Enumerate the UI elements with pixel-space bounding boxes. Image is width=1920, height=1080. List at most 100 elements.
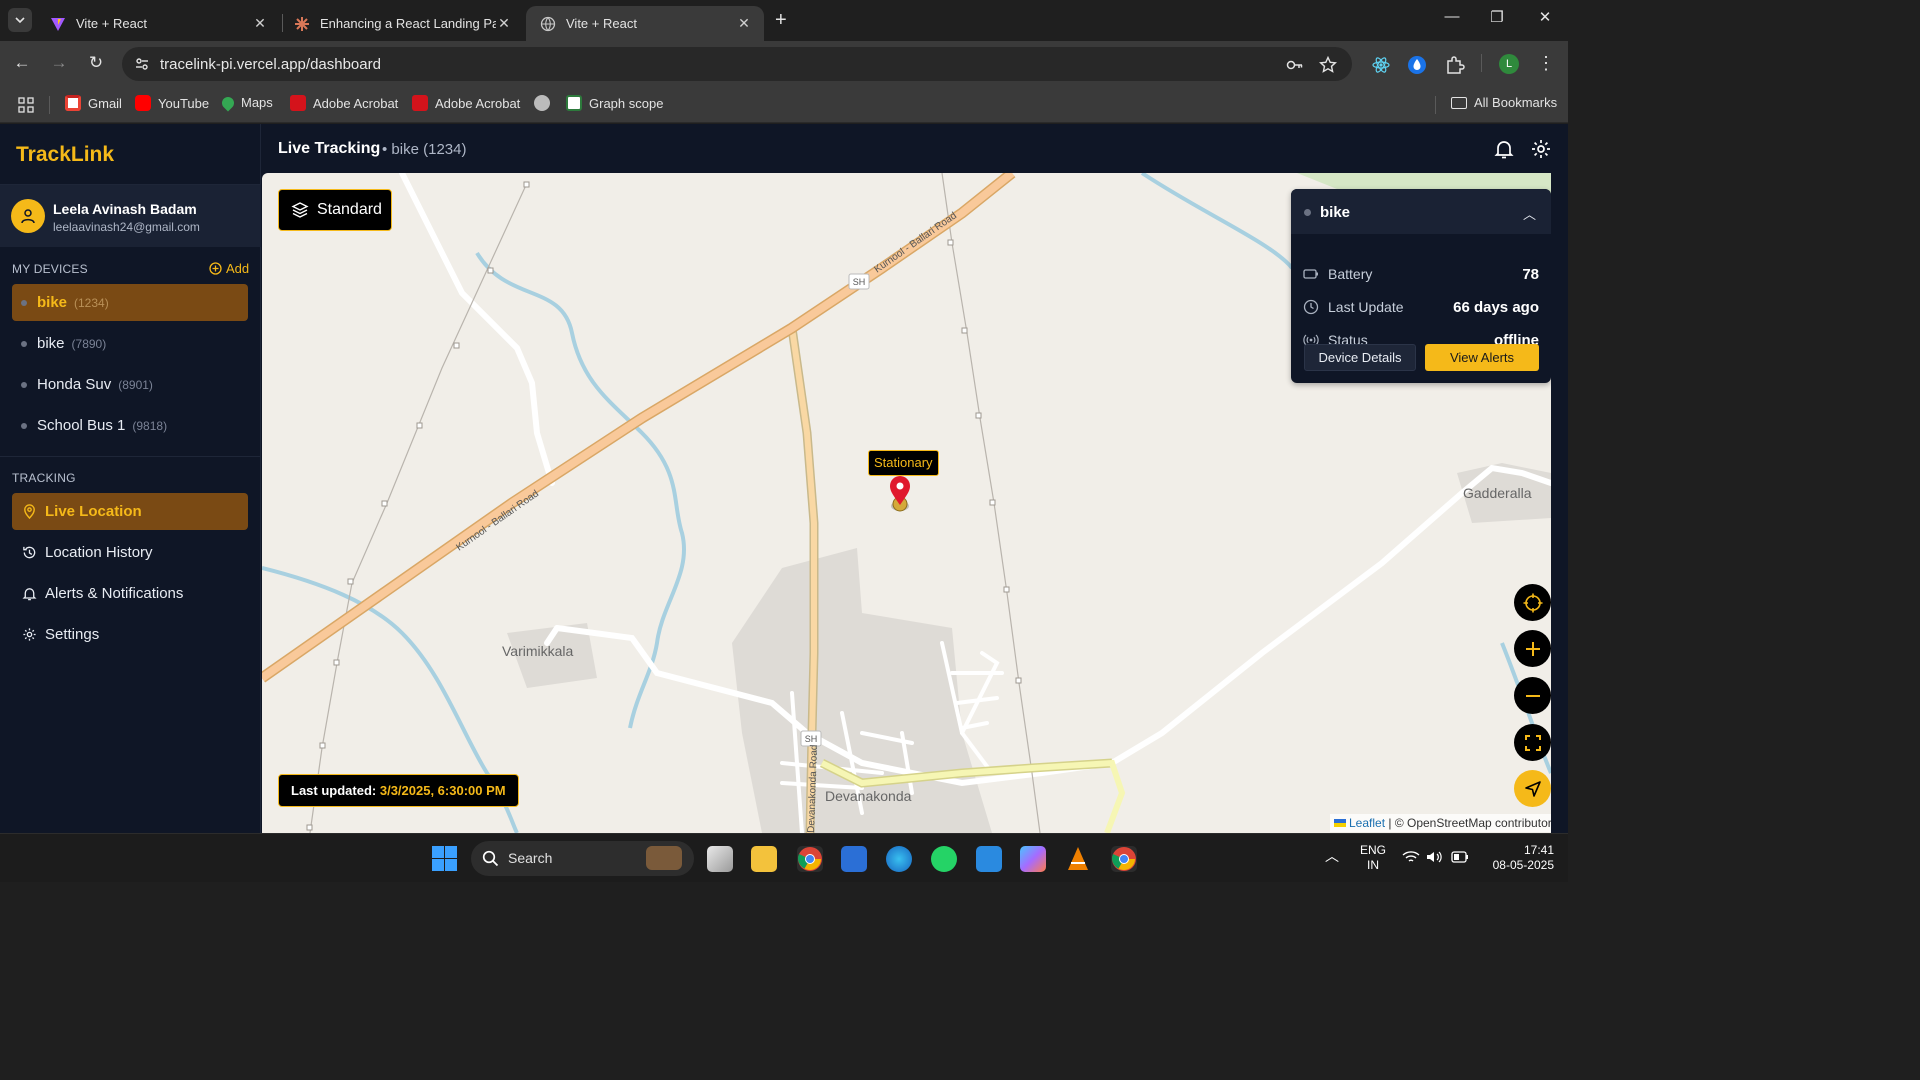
minimize-button[interactable]: — <box>1437 8 1467 32</box>
extension-drop-icon[interactable] <box>1407 55 1427 75</box>
device-item-bike-7890[interactable]: bike (7890) <box>12 325 248 362</box>
file-explorer-icon[interactable] <box>751 846 777 872</box>
microsoft-store-icon[interactable] <box>841 846 867 872</box>
last-update-row: Last Update 66 days ago <box>1303 297 1539 317</box>
crosshair-icon <box>1523 593 1542 612</box>
gear-icon[interactable] <box>1530 138 1552 160</box>
browser-tabstrip: Vite + React ✕ Enhancing a React Landing… <box>0 0 1568 41</box>
view-alerts-button[interactable]: View Alerts <box>1425 344 1539 371</box>
avatar[interactable] <box>11 199 45 233</box>
search-highlight-image <box>646 846 682 870</box>
all-bookmarks[interactable]: All Bookmarks <box>1451 95 1557 110</box>
chrome-icon[interactable] <box>797 846 823 872</box>
tab-title: Enhancing a React Landing Pag <box>320 16 496 31</box>
device-item-school-bus-1[interactable]: School Bus 1 (9818) <box>12 407 248 444</box>
browser-tab-2[interactable]: Enhancing a React Landing Pag ✕ <box>280 6 524 41</box>
nav-settings[interactable]: Settings <box>12 616 248 653</box>
layer-label: Standard <box>317 201 382 218</box>
device-details-button[interactable]: Device Details <box>1304 344 1416 371</box>
nav-alerts-notifications[interactable]: Alerts & Notifications <box>12 575 248 612</box>
device-name: bike <box>37 294 68 311</box>
bookmark-gmail[interactable]: Gmail <box>65 95 122 111</box>
menu-kebab-icon[interactable]: ⋮ <box>1534 53 1558 77</box>
apps-grid-icon[interactable] <box>18 97 34 113</box>
taskbar-search[interactable]: Search <box>471 841 694 876</box>
tab-search-button[interactable] <box>8 8 32 32</box>
map-layer-toggle[interactable]: Standard <box>278 189 392 231</box>
map-view[interactable]: SH SH Kurnool - Ballari Road Kurnool - B… <box>262 173 1551 833</box>
status-dot <box>21 381 27 388</box>
restore-button[interactable]: ❐ <box>1482 8 1512 32</box>
acrobat-icon <box>412 95 428 111</box>
nav-live-location[interactable]: Live Location <box>12 493 248 530</box>
battery-icon[interactable] <box>1451 851 1469 863</box>
bookmark-maps[interactable]: Maps <box>219 94 273 111</box>
add-device-button[interactable]: Add <box>209 261 249 276</box>
clock[interactable]: 17:41 08-05-2025 <box>1480 843 1554 873</box>
zoom-in-button[interactable] <box>1514 630 1551 667</box>
bookmark-star-icon[interactable] <box>1319 56 1337 74</box>
nav-location-history[interactable]: Location History <box>12 534 248 571</box>
tab-title: Vite + React <box>566 16 637 31</box>
language-indicator[interactable]: ENG IN <box>1356 843 1390 873</box>
close-window-button[interactable]: ✕ <box>1530 8 1560 32</box>
bell-icon[interactable] <box>1493 138 1515 160</box>
brand-logo[interactable]: TrackLink <box>16 143 114 167</box>
bookmark-youtube[interactable]: YouTube <box>135 95 209 111</box>
device-item-honda-suv[interactable]: Honda Suv (8901) <box>12 366 248 403</box>
back-button[interactable]: ← <box>10 53 34 77</box>
react-devtools-icon[interactable] <box>1371 55 1391 75</box>
reload-button[interactable]: ↻ <box>84 53 108 77</box>
close-icon[interactable]: ✕ <box>736 15 752 32</box>
row-label: Last Update <box>1328 299 1404 315</box>
layers-icon <box>291 202 309 218</box>
browser-tab-1[interactable]: Vite + React ✕ <box>36 6 280 41</box>
bookmark-graph-scope[interactable]: Graph scope <box>566 95 663 111</box>
new-tab-button[interactable]: + <box>775 9 787 32</box>
forward-button[interactable]: → <box>47 53 71 77</box>
device-item-bike-1234[interactable]: bike (1234) <box>12 284 248 321</box>
search-label: Search <box>508 850 553 866</box>
windows-start-icon[interactable] <box>432 846 457 871</box>
chrome-profile-icon[interactable] <box>1111 846 1137 872</box>
add-label: Add <box>226 261 250 276</box>
bell-icon <box>21 588 37 601</box>
fullscreen-button[interactable] <box>1514 724 1551 761</box>
site-settings-icon <box>136 58 148 70</box>
whatsapp-icon[interactable] <box>931 846 957 872</box>
globe-icon <box>534 95 550 111</box>
gear-icon <box>22 628 36 641</box>
nav-label: Settings <box>45 626 100 643</box>
row-label: Battery <box>1328 266 1373 282</box>
device-info-card: bike ︿ Battery 78 Last Update 66 days ag… <box>1291 189 1551 383</box>
vscode-icon[interactable] <box>976 846 1002 872</box>
task-view-icon[interactable] <box>707 846 733 872</box>
last-updated-value: 3/3/2025, 6:30:00 PM <box>379 783 506 798</box>
close-icon[interactable]: ✕ <box>496 15 512 32</box>
maps-pin-icon <box>219 94 237 111</box>
copilot-icon[interactable] <box>1020 846 1046 872</box>
password-key-icon[interactable] <box>1286 56 1304 74</box>
zoom-out-button[interactable] <box>1514 677 1551 714</box>
bookmark-adobe-acrobat-1[interactable]: Adobe Acrobat <box>290 95 398 111</box>
locate-device-button[interactable] <box>1514 584 1551 621</box>
bookmark-adobe-acrobat-2[interactable]: Adobe Acrobat <box>412 95 520 111</box>
chevron-up-icon[interactable]: ︿ <box>1523 204 1536 223</box>
address-bar[interactable]: tracelink-pi.vercel.app/dashboard <box>122 47 1352 81</box>
edge-icon[interactable] <box>886 846 912 872</box>
history-icon <box>22 546 35 559</box>
browser-tab-3-active[interactable]: Vite + React ✕ <box>526 6 764 41</box>
profile-avatar[interactable]: L <box>1499 54 1519 74</box>
navigate-button[interactable] <box>1514 770 1551 807</box>
chevron-up-icon[interactable]: ︿ <box>1325 849 1339 864</box>
bookmark-globe[interactable] <box>534 95 557 111</box>
wifi-icon[interactable] <box>1402 850 1420 864</box>
leaflet-link[interactable]: Leaflet <box>1349 816 1385 830</box>
extensions-puzzle-icon[interactable] <box>1445 55 1465 75</box>
page-subtitle: • bike (1234) <box>382 141 467 158</box>
device-card-header[interactable]: bike ︿ <box>1291 189 1551 234</box>
close-icon[interactable]: ✕ <box>252 15 268 32</box>
last-updated-label: Last updated: <box>291 783 377 798</box>
volume-icon[interactable] <box>1426 850 1442 864</box>
vlc-icon[interactable] <box>1065 846 1091 872</box>
